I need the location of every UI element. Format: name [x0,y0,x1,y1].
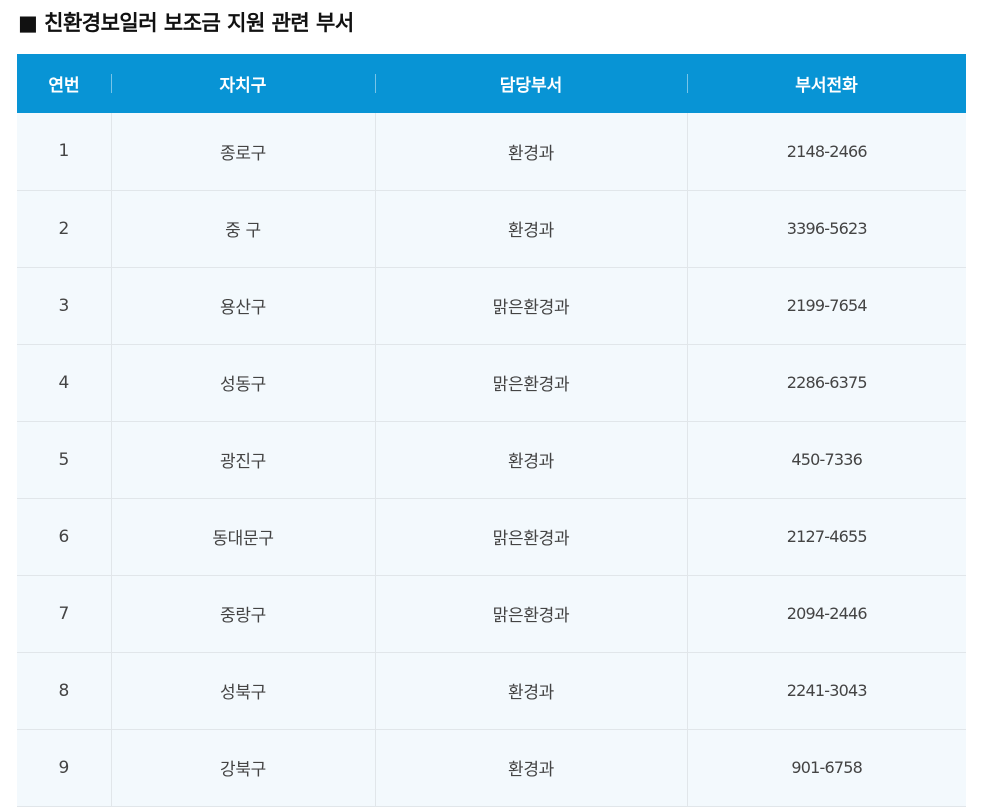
header-separator [375,74,376,93]
cell-no: 8 [17,652,111,730]
cell-dept: 환경과 [374,190,687,268]
cell-no: 9 [17,729,111,807]
cell-district: 동대문구 [110,498,375,576]
cell-no: 1 [17,113,111,191]
cell-no: 2 [17,190,111,268]
table-row: 9 강북구 환경과 901-6758 [17,729,966,807]
table-row: 3 용산구 맑은환경과 2199-7654 [17,267,966,345]
table-row: 4 성동구 맑은환경과 2286-6375 [17,344,966,422]
header-dept: 담당부서 [375,54,687,113]
cell-phone: 2148-2466 [686,113,966,191]
cell-phone: 2199-7654 [686,267,966,345]
cell-district: 강북구 [110,729,375,807]
header-phone: 부서전화 [687,54,966,113]
cell-district: 중랑구 [110,575,375,653]
cell-no: 3 [17,267,111,345]
cell-dept: 환경과 [374,421,687,499]
cell-dept: 환경과 [374,113,687,191]
cell-no: 6 [17,498,111,576]
table-header: 연번 자치구 담당부서 부서전화 [17,54,966,113]
department-table-container: 연번 자치구 담당부서 부서전화 1 종로구 환경과 2148-2466 2 중… [17,54,966,807]
cell-phone: 2241-3043 [686,652,966,730]
cell-no: 5 [17,421,111,499]
cell-district: 중 구 [110,190,375,268]
cell-dept: 환경과 [374,652,687,730]
cell-no: 4 [17,344,111,422]
header-separator [111,74,112,93]
table-row: 7 중랑구 맑은환경과 2094-2446 [17,575,966,653]
cell-district: 성북구 [110,652,375,730]
header-separator [687,74,688,93]
cell-phone: 450-7336 [686,421,966,499]
table-row: 2 중 구 환경과 3396-5623 [17,190,966,268]
cell-phone: 3396-5623 [686,190,966,268]
cell-district: 광진구 [110,421,375,499]
cell-dept: 맑은환경과 [374,498,687,576]
header-district-label: 자치구 [219,76,267,96]
page-title: ■ 친환경보일러 보조금 지원 관련 부서 [18,11,354,35]
header-district: 자치구 [111,54,375,113]
header-phone-label: 부서전화 [795,76,858,96]
cell-district: 성동구 [110,344,375,422]
cell-dept: 환경과 [374,729,687,807]
cell-phone: 2127-4655 [686,498,966,576]
department-table: 연번 자치구 담당부서 부서전화 1 종로구 환경과 2148-2466 2 중… [17,54,966,807]
cell-phone: 2094-2446 [686,575,966,653]
cell-dept: 맑은환경과 [374,575,687,653]
table-header-row: 연번 자치구 담당부서 부서전화 [17,54,966,113]
cell-district: 용산구 [110,267,375,345]
header-dept-label: 담당부서 [499,76,563,96]
table-row: 8 성북구 환경과 2241-3043 [17,652,966,730]
header-no: 연번 [48,76,80,96]
cell-phone: 901-6758 [686,729,966,807]
cell-phone: 2286-6375 [686,344,966,422]
table-row: 5 광진구 환경과 450-7336 [17,421,966,499]
table-row: 6 동대문구 맑은환경과 2127-4655 [17,498,966,576]
table-row: 1 종로구 환경과 2148-2466 [17,113,966,191]
table-body: 1 종로구 환경과 2148-2466 2 중 구 환경과 3396-5623 … [17,113,966,807]
cell-dept: 맑은환경과 [374,344,687,422]
cell-no: 7 [17,575,111,653]
cell-dept: 맑은환경과 [374,267,687,345]
cell-district: 종로구 [110,113,375,191]
